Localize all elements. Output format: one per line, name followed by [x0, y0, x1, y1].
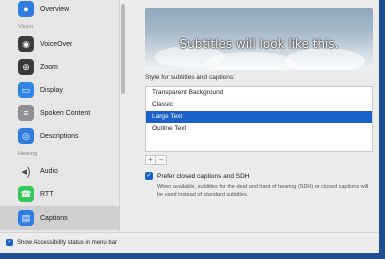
sidebar-item-voiceover[interactable]: ◉ VoiceOver	[0, 33, 120, 55]
sidebar-item-zoom[interactable]: ⊕ Zoom	[0, 56, 120, 78]
spoken-content-icon: ≡	[18, 105, 34, 121]
sidebar-item-overview[interactable]: ● Overview	[0, 0, 120, 18]
sidebar-item-label: Spoken Content	[40, 109, 91, 117]
descriptions-icon: ◎	[18, 128, 34, 144]
remove-style-button[interactable]: −	[156, 155, 167, 165]
menu-bar-status-checkbox[interactable]: ✓	[6, 239, 13, 246]
style-label: Style for subtitles and captions:	[145, 74, 235, 81]
captions-pane: Subtitles will look like this. Style for…	[126, 0, 379, 232]
accessibility-window: ● Overview Vision ◉ VoiceOver ⊕ Zoom ▭ D…	[0, 0, 385, 259]
display-icon: ▭	[18, 82, 34, 98]
sidebar-item-label: Display	[40, 86, 63, 94]
preview-text: Subtitles will look like this.	[179, 37, 339, 51]
prefer-closed-captions-row[interactable]: ✓ Prefer closed captions and SDH	[145, 172, 250, 180]
sidebar-item-display[interactable]: ▭ Display	[0, 79, 120, 101]
sidebar-item-label: VoiceOver	[40, 40, 73, 48]
section-header-vision: Vision	[18, 24, 33, 30]
closed-captions-description: When available, subtitles for the deaf a…	[157, 184, 369, 198]
prefer-closed-captions-label: Prefer closed captions and SDH	[157, 172, 250, 180]
sidebar-item-captions[interactable]: ▤ Captions	[0, 206, 120, 230]
cloud-shape	[285, 48, 365, 70]
menu-bar-status-row[interactable]: ✓ Show Accessibility status in menu bar	[6, 239, 117, 246]
menu-bar-status-label: Show Accessibility status in menu bar	[17, 239, 118, 246]
sidebar-item-label: Descriptions	[40, 132, 79, 140]
style-list[interactable]: Transparent Background Classic Large Tex…	[145, 86, 373, 152]
sidebar-item-audio[interactable]: ◂) Audio	[0, 160, 120, 182]
sidebar: ● Overview Vision ◉ VoiceOver ⊕ Zoom ▭ D…	[0, 0, 120, 232]
rtt-icon: ☎	[18, 186, 34, 202]
sidebar-item-label: RTT	[40, 190, 54, 198]
style-buttons: + −	[145, 155, 167, 165]
sidebar-item-spoken-content[interactable]: ≡ Spoken Content	[0, 102, 120, 124]
caption-preview: Subtitles will look like this.	[145, 8, 373, 70]
cloud-shape	[205, 52, 295, 70]
voiceover-icon: ◉	[18, 36, 34, 52]
sidebar-item-rtt[interactable]: ☎ RTT	[0, 183, 120, 205]
style-option-selected[interactable]: Large Text	[146, 111, 372, 123]
sidebar-item-descriptions[interactable]: ◎ Descriptions	[0, 125, 120, 147]
add-style-button[interactable]: +	[145, 155, 156, 165]
sidebar-scrollbar[interactable]	[121, 4, 125, 94]
style-option[interactable]: Classic	[146, 99, 372, 111]
sidebar-item-label: Zoom	[40, 63, 58, 71]
sidebar-item-label: Captions	[40, 214, 68, 222]
style-option[interactable]: Outline Text	[146, 123, 372, 135]
audio-icon: ◂)	[21, 165, 31, 178]
prefer-closed-captions-checkbox[interactable]: ✓	[145, 172, 153, 180]
sidebar-item-label: Audio	[40, 167, 58, 175]
bottom-bar: ✓ Show Accessibility status in menu bar	[0, 232, 379, 253]
captions-icon: ▤	[18, 210, 34, 226]
style-option[interactable]: Transparent Background	[146, 87, 372, 99]
zoom-icon: ⊕	[18, 59, 34, 75]
sidebar-item-label: Overview	[40, 5, 70, 13]
overview-icon: ●	[18, 1, 34, 17]
section-header-hearing: Hearing	[18, 151, 38, 157]
